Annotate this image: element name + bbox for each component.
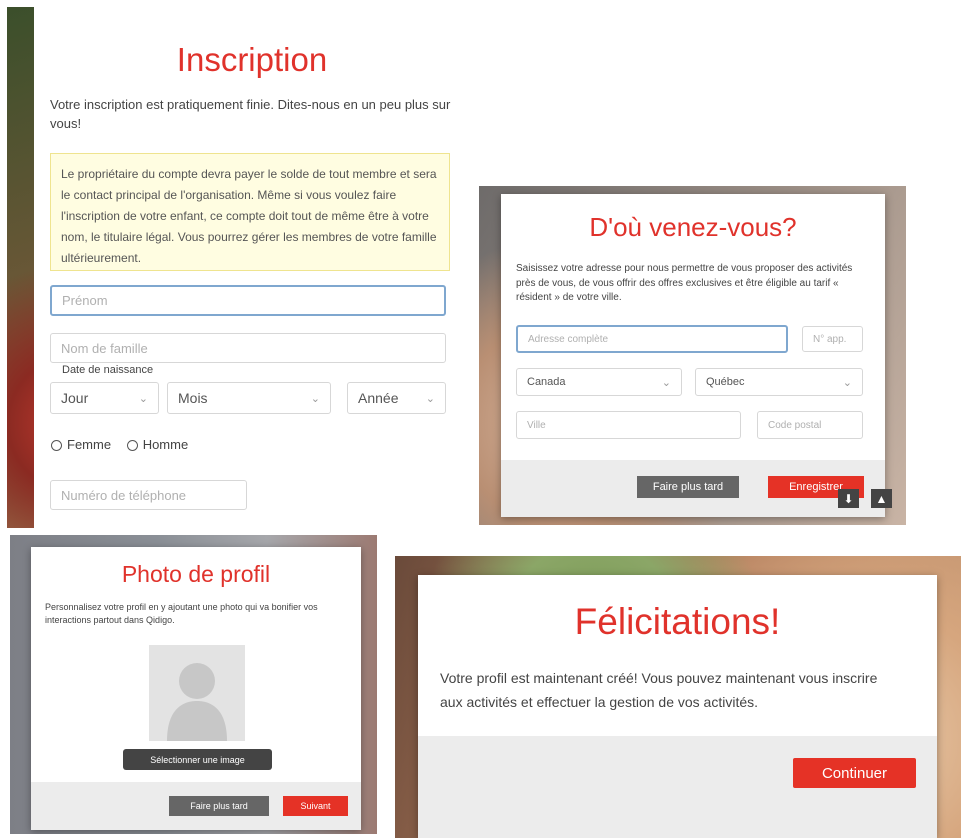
account-owner-notice: Le propriétaire du compte devra payer le… bbox=[50, 153, 450, 271]
province-select[interactable]: Québec ⌄ bbox=[695, 368, 863, 396]
continue-button[interactable]: Continuer bbox=[793, 758, 916, 788]
apartment-placeholder: N° app. bbox=[813, 333, 847, 345]
dob-label: Date de naissance bbox=[62, 364, 154, 376]
chevron-down-icon: ⌄ bbox=[138, 392, 148, 405]
inscription-card: Inscription Votre inscription est pratiq… bbox=[34, 7, 470, 528]
address-footer: Faire plus tard Enregistrer bbox=[501, 460, 885, 517]
download-icon[interactable]: ⬇ bbox=[838, 489, 859, 508]
gender-male-option[interactable]: Homme bbox=[126, 437, 189, 452]
gender-female-label: Femme bbox=[67, 437, 112, 452]
inscription-screenshot: Inscription Votre inscription est pratiq… bbox=[7, 7, 470, 528]
photo-footer: Faire plus tard Suivant bbox=[31, 782, 361, 830]
radio-icon bbox=[51, 440, 62, 452]
google-drive-icon[interactable]: ▲ bbox=[871, 489, 892, 508]
first-name-input[interactable]: Prénom bbox=[50, 285, 446, 316]
next-button[interactable]: Suivant bbox=[283, 796, 348, 816]
address-intro: Saisissez votre adresse pour nous permet… bbox=[516, 263, 853, 303]
first-name-placeholder: Prénom bbox=[62, 293, 108, 308]
person-silhouette-icon bbox=[167, 663, 227, 741]
congrats-screenshot: Félicitations! Votre profil est maintena… bbox=[395, 556, 961, 838]
postal-code-input[interactable]: Code postal bbox=[757, 411, 863, 439]
chevron-down-icon: ⌄ bbox=[310, 392, 320, 405]
last-name-placeholder: Nom de famille bbox=[61, 340, 148, 356]
phone-placeholder: Numéro de téléphone bbox=[61, 487, 187, 503]
notice-text: Le propriétaire du compte devra payer le… bbox=[61, 167, 437, 265]
full-address-placeholder: Adresse complète bbox=[528, 333, 609, 345]
dob-year-select[interactable]: Année ⌄ bbox=[347, 382, 446, 414]
gender-male-label: Homme bbox=[142, 437, 189, 452]
gender-female-option[interactable]: Femme bbox=[51, 437, 115, 452]
last-name-input[interactable]: Nom de famille bbox=[50, 333, 446, 363]
dob-month-select[interactable]: Mois ⌄ bbox=[167, 382, 331, 414]
chevron-down-icon: ⌄ bbox=[661, 376, 671, 389]
photo-intro: Personnalisez votre profil en y ajoutant… bbox=[45, 602, 318, 626]
dob-year-value: Année bbox=[358, 390, 399, 406]
congrats-card: Félicitations! Votre profil est maintena… bbox=[418, 575, 937, 838]
postal-code-placeholder: Code postal bbox=[768, 419, 822, 431]
dob-month-value: Mois bbox=[178, 390, 208, 406]
photo-screenshot: Photo de profil Personnalisez votre prof… bbox=[10, 535, 377, 834]
address-card: D'où venez-vous? Saisissez votre adresse… bbox=[501, 194, 885, 517]
city-input[interactable]: Ville bbox=[516, 411, 741, 439]
city-placeholder: Ville bbox=[527, 419, 546, 431]
avatar-placeholder bbox=[149, 645, 245, 741]
full-address-input[interactable]: Adresse complète bbox=[516, 325, 788, 353]
photo-title: Photo de profil bbox=[121, 561, 271, 587]
gender-radio-group: Femme Homme bbox=[51, 437, 188, 452]
phone-input[interactable]: Numéro de téléphone bbox=[50, 480, 247, 510]
congrats-message: Votre profil est maintenant créé! Vous p… bbox=[440, 670, 878, 710]
later-button[interactable]: Faire plus tard bbox=[637, 476, 739, 498]
chevron-down-icon: ⌄ bbox=[842, 376, 852, 389]
inscription-title: Inscription bbox=[176, 41, 328, 78]
congrats-title: Félicitations! bbox=[574, 601, 781, 642]
country-select[interactable]: Canada ⌄ bbox=[516, 368, 682, 396]
address-screenshot: D'où venez-vous? Saisissez votre adresse… bbox=[479, 186, 906, 525]
address-title: D'où venez-vous? bbox=[589, 212, 797, 242]
inscription-intro: Votre inscription est pratiquement finie… bbox=[50, 97, 451, 131]
chevron-down-icon: ⌄ bbox=[425, 392, 435, 405]
select-image-button[interactable]: Sélectionner une image bbox=[123, 749, 272, 770]
apartment-input[interactable]: N° app. bbox=[802, 326, 863, 352]
dob-day-select[interactable]: Jour ⌄ bbox=[50, 382, 159, 414]
photo-card: Photo de profil Personnalisez votre prof… bbox=[31, 547, 361, 830]
radio-icon bbox=[126, 440, 138, 452]
dob-day-value: Jour bbox=[61, 390, 89, 406]
country-value: Canada bbox=[527, 376, 566, 388]
later-button[interactable]: Faire plus tard bbox=[169, 796, 269, 816]
congrats-footer: Continuer bbox=[418, 736, 937, 838]
province-value: Québec bbox=[706, 376, 745, 388]
